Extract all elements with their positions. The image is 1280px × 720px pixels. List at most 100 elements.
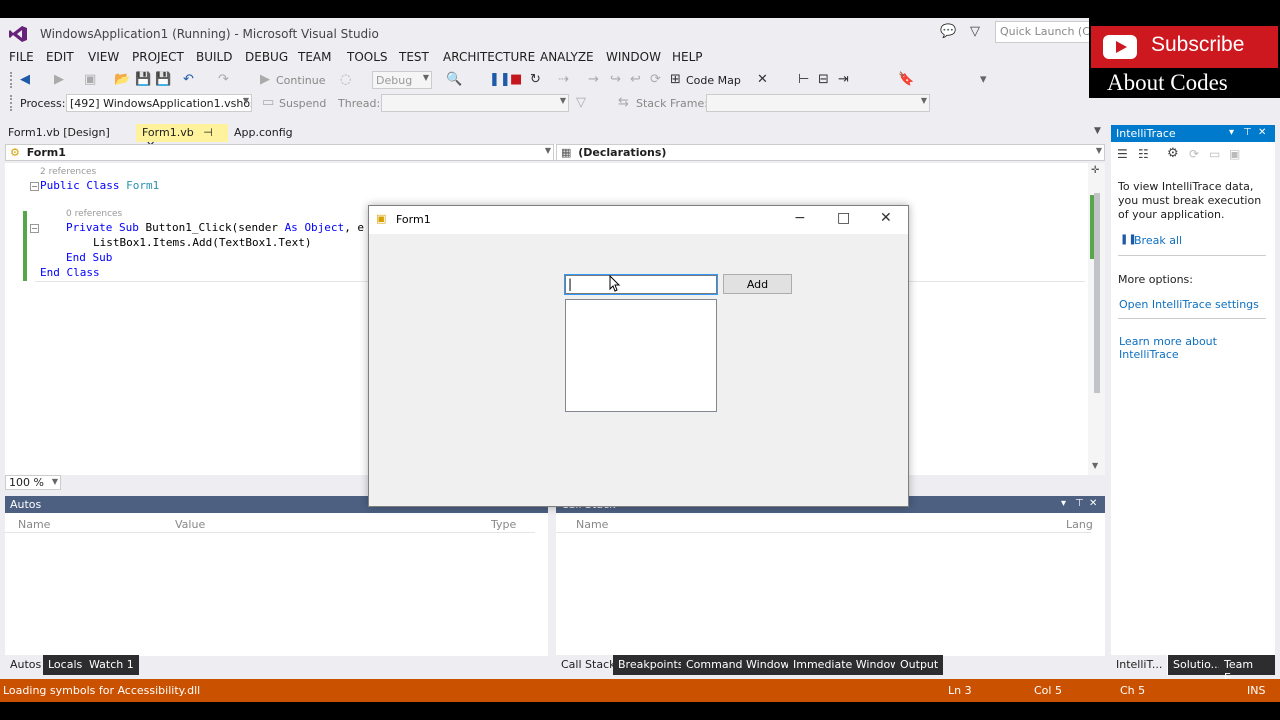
continue-button[interactable]: Continue: [276, 74, 325, 87]
chevron-down-icon[interactable]: ▾: [1229, 127, 1234, 138]
redo-icon[interactable]: ↷: [218, 72, 229, 87]
tab-immediate-window[interactable]: Immediate Window: [788, 655, 905, 675]
sub-references[interactable]: 0 references: [66, 209, 122, 219]
tab-locals[interactable]: Locals: [43, 655, 88, 675]
tab-overflow-icon[interactable]: ▼: [1094, 126, 1101, 136]
pin-icon[interactable]: ⊤: [1075, 498, 1084, 509]
open-icon[interactable]: ▭: [1209, 147, 1220, 161]
menu-build[interactable]: BUILD: [196, 50, 232, 64]
collapse-sub-icon[interactable]: −: [30, 224, 39, 233]
zoom-select[interactable]: 100 % ▼: [5, 475, 61, 490]
format-icon[interactable]: ⊢: [798, 72, 809, 87]
tab-form1-design[interactable]: Form1.vb [Design]: [2, 124, 116, 142]
add-button[interactable]: Add: [723, 274, 792, 294]
undo-icon[interactable]: ↶: [183, 72, 194, 87]
save-icon[interactable]: 💾: [135, 72, 151, 87]
back-icon[interactable]: ◀: [20, 72, 30, 87]
tab-command-window[interactable]: Command Window: [681, 655, 795, 675]
pin-icon[interactable]: ⊤: [1243, 127, 1252, 138]
tab-intellitrace[interactable]: IntelliT...: [1111, 655, 1168, 675]
tab-autos[interactable]: Autos: [5, 655, 47, 675]
open-file-icon[interactable]: 📂: [114, 72, 130, 87]
tab-form1-vb[interactable]: Form1.vb ⊣ ✕: [136, 124, 228, 152]
stop-debugging-icon[interactable]: ■: [510, 72, 522, 87]
step-over-icon[interactable]: ↪: [610, 72, 621, 87]
solution-config-select[interactable]: Debug ▼: [372, 71, 432, 89]
code-map-icon[interactable]: ⊞: [670, 72, 681, 87]
tab-watch-1[interactable]: Watch 1: [84, 655, 139, 675]
save-icon[interactable]: ▣: [1229, 147, 1240, 161]
chevron-down-icon[interactable]: ▾: [1061, 498, 1066, 509]
break-all-link[interactable]: Break all: [1134, 234, 1182, 247]
column-name[interactable]: Name: [576, 518, 608, 531]
collapse-class-icon[interactable]: −: [30, 182, 39, 191]
menu-debug[interactable]: DEBUG: [245, 50, 288, 64]
menu-file[interactable]: FILE: [9, 50, 34, 64]
find-in-files-icon[interactable]: 🔍: [446, 72, 462, 87]
menu-edit[interactable]: EDIT: [46, 50, 74, 64]
split-editor-icon[interactable]: ✛: [1091, 165, 1099, 176]
refresh-icon[interactable]: ⟳: [1189, 147, 1199, 161]
indent-icon[interactable]: ⇥: [838, 72, 849, 87]
forward-icon[interactable]: ▶: [54, 72, 64, 87]
menu-tools[interactable]: TOOLS: [347, 50, 388, 64]
toolbar-overflow-icon[interactable]: ▾: [980, 72, 987, 87]
column-lang[interactable]: Lang: [1066, 518, 1093, 531]
bookmark-icon[interactable]: 🔖: [898, 72, 914, 87]
feedback-icon[interactable]: 💬: [940, 24, 956, 39]
menu-analyze[interactable]: ANALYZE: [540, 50, 594, 64]
open-intellitrace-settings-link[interactable]: Open IntelliTrace settings: [1119, 298, 1259, 311]
tab-solution-explorer[interactable]: Solutio...: [1168, 655, 1227, 675]
intellitrace-title[interactable]: IntelliTrace ▾ ⊤ ✕: [1111, 125, 1275, 142]
break-all-icon[interactable]: ❚❚: [489, 72, 511, 87]
menu-architecture[interactable]: ARCHITECTURE: [443, 50, 535, 64]
minimize-icon[interactable]: −: [794, 210, 806, 226]
close-icon[interactable]: ✕: [880, 210, 892, 226]
close-icon[interactable]: ✕: [1089, 498, 1097, 509]
suspend-icon[interactable]: ▭: [262, 95, 274, 110]
thread-select[interactable]: ▼: [381, 94, 569, 112]
listbox1[interactable]: [565, 299, 717, 412]
menu-test[interactable]: TEST: [399, 50, 429, 64]
step-into-icon[interactable]: →: [588, 72, 599, 87]
maximize-icon[interactable]: □: [837, 210, 850, 226]
stack-frame-select[interactable]: ▼: [706, 94, 930, 112]
class-select[interactable]: ⚙ Form1 ▼: [5, 144, 554, 161]
menu-window[interactable]: WINDOW: [606, 50, 661, 64]
editor-vertical-scrollbar[interactable]: ✛ ▼: [1088, 163, 1105, 475]
tab-output[interactable]: Output: [895, 655, 944, 675]
process-select[interactable]: [492] WindowsApplication1.vshost ▼: [66, 94, 252, 112]
subscribe-button[interactable]: Subscribe: [1091, 26, 1278, 68]
align-icon[interactable]: ⊟: [818, 72, 829, 87]
member-select[interactable]: ▦ (Declarations) ▼: [556, 144, 1105, 161]
refresh-icon[interactable]: ⟳: [650, 72, 661, 87]
calls-view-icon[interactable]: ☷: [1138, 147, 1149, 161]
tab-app-config[interactable]: App.config: [228, 124, 299, 142]
toolbar-grip[interactable]: [10, 72, 14, 88]
tab-team-explorer[interactable]: Team E...: [1219, 655, 1275, 684]
step-out-icon[interactable]: ↩: [630, 72, 641, 87]
toolbar-grip[interactable]: [10, 95, 14, 111]
events-view-icon[interactable]: ☰: [1117, 147, 1128, 161]
continue-icon[interactable]: ▶: [260, 72, 270, 87]
menu-view[interactable]: VIEW: [88, 50, 119, 64]
menu-team[interactable]: TEAM: [298, 50, 331, 64]
textbox1-input[interactable]: |: [564, 274, 718, 295]
close-icon[interactable]: ✕: [1258, 127, 1266, 138]
new-project-icon[interactable]: ▣: [84, 72, 96, 87]
stack-frame-icon[interactable]: ⇆: [618, 95, 629, 110]
attach-icon[interactable]: ◌: [340, 72, 351, 87]
show-next-statement-icon[interactable]: ⇢: [558, 72, 569, 87]
menu-project[interactable]: PROJECT: [132, 50, 184, 64]
form1-title-bar[interactable]: ▣ Form1 − □ ✕: [369, 206, 908, 234]
tab-breakpoints[interactable]: Breakpoints: [613, 655, 689, 675]
class-references[interactable]: 2 references: [40, 167, 96, 177]
quick-launch-input[interactable]: Quick Launch (Ctrl+Q): [995, 21, 1095, 43]
learn-more-link[interactable]: Learn more about IntelliTrace: [1119, 335, 1275, 361]
suspend-button[interactable]: Suspend: [279, 97, 326, 110]
diagnostics-icon[interactable]: ✕: [757, 72, 768, 87]
tab-call-stack[interactable]: Call Stack: [556, 655, 621, 675]
settings-gear-icon[interactable]: ⚙: [1167, 146, 1179, 161]
pin-icon[interactable]: ⊣: [203, 126, 213, 139]
menu-help[interactable]: HELP: [672, 50, 703, 64]
